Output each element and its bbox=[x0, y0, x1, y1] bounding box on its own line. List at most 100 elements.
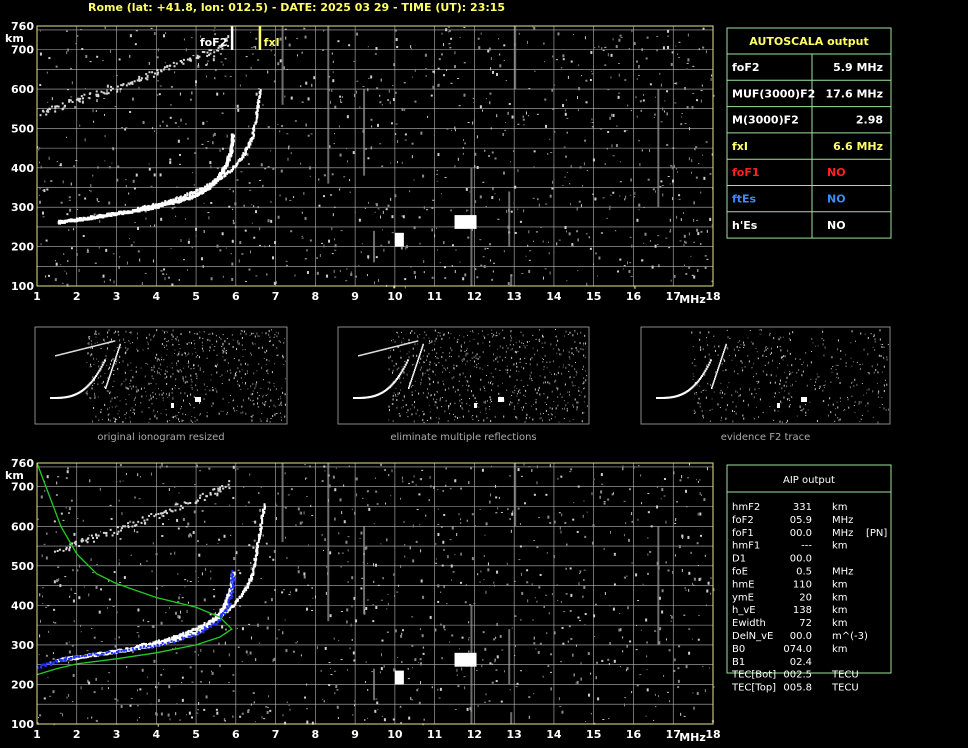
thumb-noise bbox=[210, 379, 212, 381]
noise-dot bbox=[52, 690, 55, 694]
thumb-noise bbox=[86, 362, 88, 364]
thumb-noise bbox=[577, 401, 579, 404]
thumb-noise bbox=[250, 415, 252, 417]
multi-hop-trace-point bbox=[209, 493, 212, 496]
thumb-noise bbox=[519, 361, 521, 363]
thumb-noise bbox=[146, 336, 148, 339]
thumb-noise bbox=[280, 396, 282, 398]
noise-dot bbox=[187, 601, 189, 604]
x-tick-label: 15 bbox=[586, 728, 601, 741]
noise-dot bbox=[349, 179, 351, 182]
multi-hop-trace-point bbox=[133, 80, 136, 83]
noise-dot bbox=[168, 487, 170, 491]
thumb-noise bbox=[573, 376, 575, 378]
noise-dot bbox=[64, 576, 67, 578]
thumb-noise bbox=[98, 332, 100, 335]
thumb-noise bbox=[164, 373, 166, 376]
noise-dot bbox=[231, 239, 234, 243]
autoscaled-trace-point bbox=[226, 605, 229, 608]
thumb-noise bbox=[525, 417, 527, 420]
thumb-noise bbox=[403, 371, 405, 374]
thumb-noise bbox=[188, 352, 190, 355]
noise-dot bbox=[90, 190, 92, 193]
noise-dot bbox=[544, 98, 547, 101]
thumb-noise bbox=[283, 364, 285, 366]
thumb-noise bbox=[167, 396, 169, 398]
noise-dot bbox=[70, 96, 73, 98]
noise-dot bbox=[422, 652, 425, 655]
noise-dot bbox=[526, 581, 529, 584]
noise-dot bbox=[520, 572, 522, 576]
x-mode-trace bbox=[135, 503, 266, 648]
thumb-noise bbox=[495, 368, 497, 371]
thumb-noise bbox=[211, 344, 213, 346]
thumb-noise bbox=[479, 388, 481, 390]
thumb-noise bbox=[554, 373, 556, 376]
noise-dot bbox=[138, 634, 140, 638]
noise-dot bbox=[486, 247, 489, 249]
noise-dot bbox=[687, 58, 690, 62]
noise-dot bbox=[579, 620, 582, 622]
x-mode-trace-point bbox=[248, 145, 251, 149]
noise-dot bbox=[483, 265, 486, 269]
multi-hop-trace-point bbox=[89, 92, 92, 95]
noise-dot bbox=[436, 227, 438, 229]
thumb-noise bbox=[222, 410, 224, 412]
noise-dot bbox=[504, 129, 507, 131]
noise-dot bbox=[429, 475, 431, 479]
y-tick-label: 600 bbox=[11, 520, 34, 533]
noise-dot bbox=[210, 670, 212, 672]
noise-dot bbox=[448, 31, 450, 33]
thumb-noise bbox=[174, 387, 176, 389]
noise-dot bbox=[235, 226, 237, 229]
noise-dot bbox=[533, 539, 536, 541]
noise-dot bbox=[119, 538, 122, 540]
noise-dot bbox=[237, 646, 240, 648]
multi-hop-trace-point bbox=[138, 75, 141, 78]
noise-dot bbox=[693, 241, 696, 243]
noise-dot bbox=[164, 277, 166, 281]
noise-dot bbox=[683, 212, 685, 215]
noise-dot bbox=[686, 506, 688, 508]
thumb-noise bbox=[107, 408, 109, 411]
noise-dot bbox=[198, 553, 201, 557]
autoscaled-trace-point bbox=[224, 608, 227, 611]
thumb-noise bbox=[86, 393, 88, 396]
noise-dot bbox=[556, 242, 558, 246]
noise-dot bbox=[333, 143, 335, 145]
noise-dot bbox=[629, 262, 632, 264]
noise-dot bbox=[180, 610, 182, 614]
noise-dot bbox=[228, 188, 231, 190]
thumb-noise bbox=[209, 333, 211, 335]
noise-dot bbox=[331, 227, 333, 231]
thumb-noise bbox=[502, 329, 504, 331]
noise-dot bbox=[537, 198, 539, 201]
noise-dot bbox=[482, 181, 485, 183]
noise-dot bbox=[239, 241, 242, 245]
noise-dot bbox=[375, 203, 378, 207]
noise-dot bbox=[411, 155, 413, 159]
multi-hop-trace-point bbox=[131, 525, 134, 528]
noise-dot bbox=[488, 700, 491, 702]
noise-dot bbox=[435, 628, 437, 632]
noise-dot bbox=[401, 107, 404, 111]
noise-dot bbox=[328, 239, 331, 243]
noise-dot bbox=[602, 49, 605, 51]
thumb-noise bbox=[490, 380, 492, 382]
noise-dot bbox=[684, 123, 687, 125]
noise-dot bbox=[638, 203, 641, 207]
noise-dot bbox=[269, 244, 271, 247]
thumb-noise bbox=[489, 381, 491, 384]
noise-dot bbox=[620, 628, 622, 632]
noise-dot bbox=[335, 467, 337, 469]
thumb-noise bbox=[85, 392, 87, 394]
noise-dot bbox=[166, 465, 168, 468]
thumb-noise bbox=[92, 420, 94, 423]
noise-dot bbox=[187, 269, 189, 271]
thumb-noise bbox=[222, 397, 224, 400]
noise-dot bbox=[347, 580, 349, 583]
interference-streak bbox=[373, 668, 376, 701]
noise-dot bbox=[305, 123, 307, 127]
noise-dot bbox=[468, 621, 470, 624]
noise-dot bbox=[232, 715, 234, 718]
